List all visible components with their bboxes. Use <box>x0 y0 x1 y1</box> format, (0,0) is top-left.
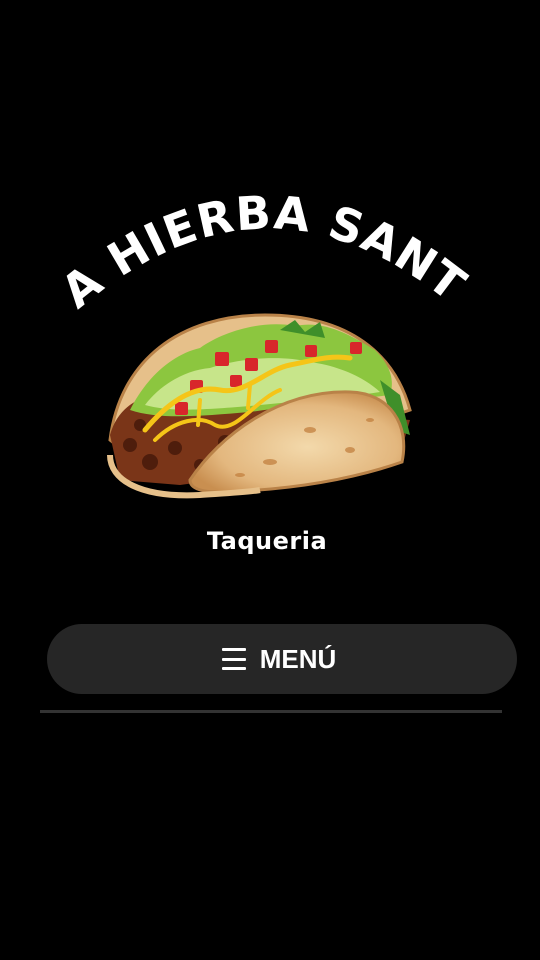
menu-label: MENÚ <box>259 643 337 674</box>
brand-name: LA HIERBA SANTA <box>50 180 476 319</box>
brand-tagline: Taqueria <box>206 527 328 555</box>
taco-illustration <box>107 313 412 499</box>
restaurant-logo: LA HIERBA SANTA <box>50 180 480 580</box>
hamburger-icon <box>221 648 246 670</box>
menu-button[interactable]: MENÚ <box>47 624 517 694</box>
divider <box>40 710 502 713</box>
